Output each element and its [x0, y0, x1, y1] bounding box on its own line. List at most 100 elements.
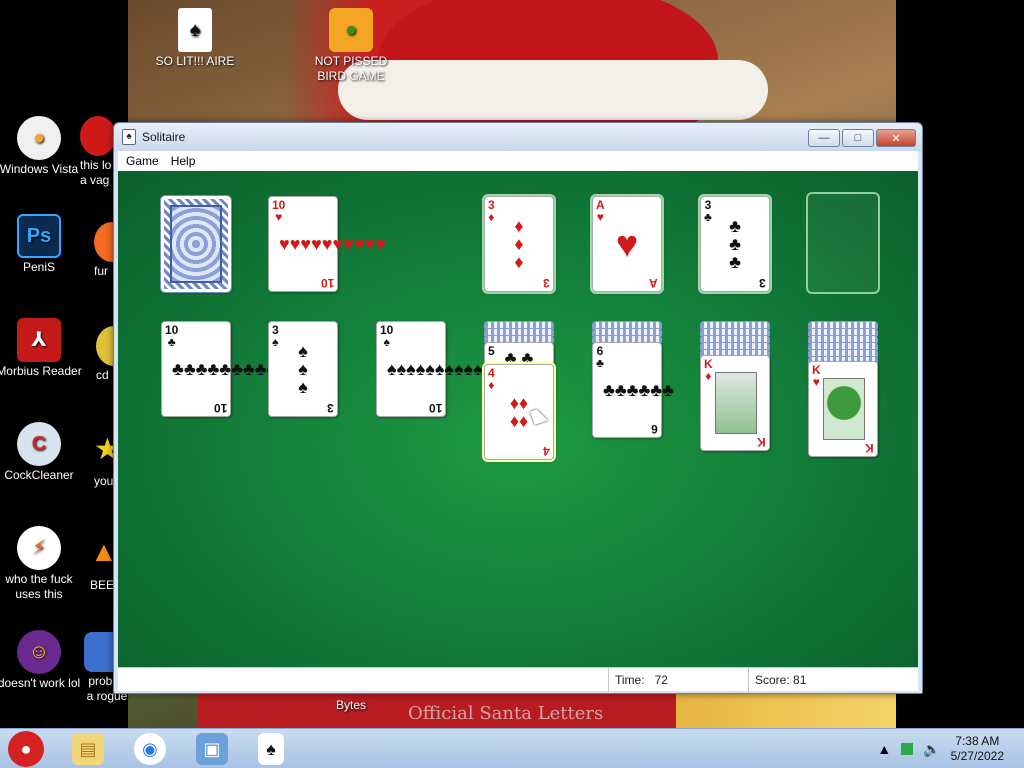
solitaire-window[interactable]: ♠ Solitaire — □ ✕ Game Help 10 ♥ ♥♥♥♥♥♥♥♥…: [113, 122, 923, 694]
desktop-icon-windows-vista[interactable]: ● Windows Vista: [0, 116, 84, 177]
desktop-icon-morbius-reader[interactable]: ⅄ Morbius Reader: [0, 318, 84, 379]
card-rank-bottom: 6: [651, 422, 658, 436]
desktop-icon-label: Bytes: [336, 698, 367, 712]
card-rank: A ♥: [596, 198, 605, 224]
lightning-icon: ⚡: [17, 526, 61, 570]
desktop-icon-label: PeniS: [22, 260, 56, 274]
tableau-6-card-king[interactable]: K ♦ K: [700, 355, 770, 451]
desktop-icon-bytes[interactable]: Bytes: [336, 698, 366, 712]
foundation-1[interactable]: 3 ♦ ♦ ♦ ♦ 3: [484, 196, 554, 292]
wallpaper-gold-ornament: [676, 688, 896, 728]
folder-icon[interactable]: ▤: [72, 733, 104, 765]
solitaire-app-icon: ♠: [122, 129, 136, 145]
title-bar[interactable]: ♠ Solitaire: [114, 123, 922, 151]
ccleaner-icon: C: [17, 422, 61, 466]
card-rank-bottom: 10: [320, 276, 334, 290]
desktop-icon-cockcleaner[interactable]: C CockCleaner: [0, 422, 84, 483]
card-pips: ♣ ♣ ♣: [729, 216, 741, 272]
status-bar: Time: 72 Score: 81: [118, 667, 918, 692]
card-icon: ♠: [178, 8, 212, 52]
desktop-icon-peni-s[interactable]: Ps PeniS: [0, 214, 84, 275]
foundation-2[interactable]: A ♥ ♥ A: [592, 196, 662, 292]
card-rank-bottom: 3: [759, 276, 766, 290]
clock-time: 7:38 AM: [955, 734, 1000, 748]
angry-bird-icon[interactable]: ●: [8, 731, 44, 767]
stock-pile[interactable]: [160, 195, 232, 293]
volume-icon[interactable]: 🔈: [923, 741, 940, 758]
picture-icon[interactable]: ▣: [196, 733, 228, 765]
king-face-art: [823, 378, 865, 440]
card-pips: ♠♠♠♠♠♠♠♠♠♠: [387, 359, 483, 379]
menu-help[interactable]: Help: [167, 154, 200, 168]
card-pips: ♠ ♠ ♠: [298, 341, 308, 397]
card-rank-bottom: K: [757, 435, 766, 449]
window-title: Solitaire: [142, 130, 186, 144]
network-icon[interactable]: [901, 743, 914, 755]
king-face-art: [715, 372, 757, 434]
desktop-icon-label: Morbius Reader: [0, 364, 82, 378]
tableau-1-card[interactable]: 10 ♣ ♣♣♣♣♣♣♣♣♣♣ 10: [161, 321, 291, 417]
score-label: Score:: [755, 673, 790, 687]
card-rank-bottom: 10: [428, 401, 442, 415]
card-rank-bottom: K: [865, 441, 874, 455]
score-readout: Score: 81: [748, 668, 918, 692]
yahoo-messenger-icon: ☺: [17, 630, 61, 674]
menu-game[interactable]: Game: [122, 154, 163, 168]
solitaire-icon[interactable]: ♠: [258, 733, 284, 765]
card-pips: ♥♥♥♥♥♥♥♥♥♥: [279, 234, 386, 254]
window-controls: — □ ✕: [808, 129, 916, 147]
desktop-icon-label: who the fuck uses this: [5, 572, 73, 601]
tableau-5-card-6[interactable]: 6 ♣ ♣♣♣♣♣♣ 6: [592, 342, 674, 438]
desktop-icon-opera[interactable]: this lo a vag: [80, 116, 116, 188]
desktop-icon-label: this lo a vag: [80, 158, 112, 187]
foundation-3[interactable]: 3 ♣ ♣ ♣ ♣ 3: [700, 196, 770, 292]
card-rank: K ♦: [704, 357, 713, 383]
minimize-button[interactable]: —: [808, 129, 840, 147]
desktop-icon-label: SO LIT!!! AIRE: [155, 54, 235, 68]
waste-card[interactable]: 10 ♥ ♥♥♥♥♥♥♥♥♥♥ 10: [268, 196, 386, 292]
opera-icon: [80, 116, 116, 156]
tableau-2-card[interactable]: 3 ♠ ♠ ♠ ♠ 3: [268, 321, 338, 417]
close-button[interactable]: ✕: [876, 129, 916, 147]
desktop-icon-label: Windows Vista: [0, 162, 79, 176]
desktop-icon-label: NOT PISSED BIRD GAME: [314, 54, 388, 83]
game-felt[interactable]: 10 ♥ ♥♥♥♥♥♥♥♥♥♥ 10 3 ♦ ♦ ♦ ♦ 3 A ♥ ♥ A 3 ♣ ♣ ♣ ♣…: [118, 171, 918, 667]
foundation-4-empty[interactable]: [806, 192, 880, 294]
time-readout: Time: 72: [608, 668, 748, 692]
card-rank-bottom: 3: [543, 276, 550, 290]
score-value: 81: [793, 673, 807, 687]
time-value: 72: [654, 673, 668, 687]
desktop-icon-solitaire[interactable]: ♠ SO LIT!!! AIRE: [150, 8, 240, 69]
card-rank: K ♥: [812, 363, 821, 389]
desktop-icon-winamp[interactable]: ⚡ who the fuck uses this: [0, 526, 84, 602]
desktop-icon-yahoo[interactable]: ☺ doesn't work lol: [0, 630, 84, 691]
egg-icon: ●: [17, 116, 61, 160]
card-rank-bottom: 3: [327, 401, 334, 415]
card-pips: ♣♣♣♣♣♣: [603, 380, 674, 400]
wallpaper-text: Official Santa Letters: [408, 703, 604, 724]
green-pig-icon: ●: [329, 8, 373, 52]
maximize-button[interactable]: □: [842, 129, 874, 147]
card-rank-bottom: A: [649, 276, 658, 290]
tableau-7-card-king[interactable]: K ♥ K: [808, 361, 878, 457]
desktop-icon-label: doesn't work lol: [0, 676, 81, 690]
card-pips: ♦ ♦ ♦: [514, 216, 524, 272]
show-hidden-icons-icon[interactable]: ▲: [877, 741, 891, 757]
wallpaper-hat-fur: [338, 60, 768, 120]
menu-bar: Game Help: [118, 151, 918, 171]
card-rank-bottom: 4: [543, 444, 550, 458]
taskbar: ● ▤ ◉ ▣ ♠ ▲ 🔈 7:38 AM 5/27/2022: [0, 728, 1024, 768]
clock[interactable]: 7:38 AM 5/27/2022: [951, 734, 1004, 764]
ace-heart-pip: ♥: [615, 224, 639, 266]
desktop-icon-label: CockCleaner: [4, 468, 74, 482]
photoshop-icon: Ps: [17, 214, 61, 258]
tableau-3-card[interactable]: 10 ♠ ♠♠♠♠♠♠♠♠♠♠ 10: [376, 321, 483, 417]
card-rank-bottom: 10: [213, 401, 227, 415]
chrome-icon[interactable]: ◉: [134, 733, 166, 765]
desktop-icon-bird-game[interactable]: ● NOT PISSED BIRD GAME: [306, 8, 396, 84]
clock-date: 5/27/2022: [950, 749, 1004, 763]
time-label: Time:: [615, 673, 645, 687]
pdf-reader-icon: ⅄: [17, 318, 61, 362]
card-pips: ♣♣♣♣♣♣♣♣♣♣: [172, 359, 291, 379]
system-tray: ▲ 🔈 7:38 AM 5/27/2022: [877, 729, 1004, 768]
